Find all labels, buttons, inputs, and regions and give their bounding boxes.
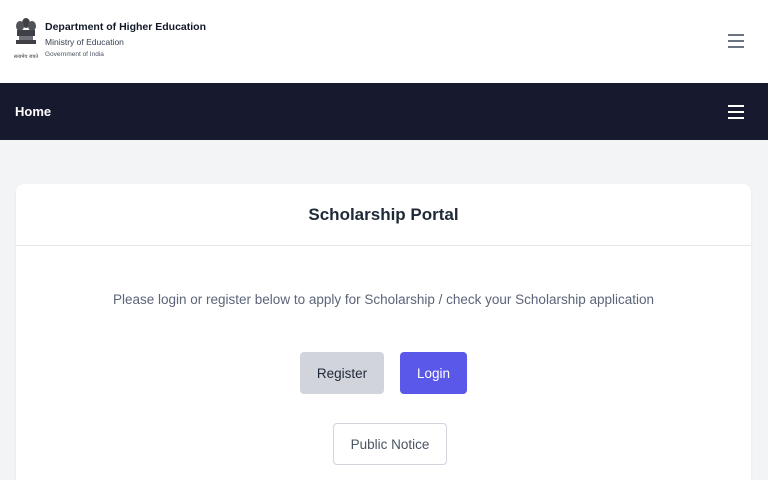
hamburger-icon [728, 34, 744, 36]
department-title: Department of Higher Education [45, 21, 207, 33]
hamburger-icon [728, 105, 744, 107]
navbar-menu-button[interactable] [726, 103, 746, 121]
top-header: सत्यमेव जयते Department of Higher Educat… [0, 0, 768, 83]
scholarship-card: Scholarship Portal Please login or regis… [16, 184, 751, 480]
brand-block: Department of Higher Education Ministry … [45, 20, 206, 60]
header-menu-button[interactable] [726, 31, 746, 49]
card-description: Please login or register below to apply … [112, 292, 655, 307]
register-button[interactable]: Register [300, 352, 384, 394]
government-subtitle: Government of India [45, 51, 104, 58]
ministry-subtitle: Ministry of Education [45, 37, 124, 47]
svg-text:सत्यमेव जयते: सत्यमेव जयते [14, 53, 38, 60]
public-notice-button[interactable]: Public Notice [333, 423, 447, 465]
main-navbar: Home [0, 83, 768, 140]
national-emblem-icon: सत्यमेव जयते [14, 16, 38, 62]
nav-home-link[interactable]: Home [15, 104, 51, 119]
login-button[interactable]: Login [400, 352, 467, 394]
card-title: Scholarship Portal [16, 184, 751, 246]
